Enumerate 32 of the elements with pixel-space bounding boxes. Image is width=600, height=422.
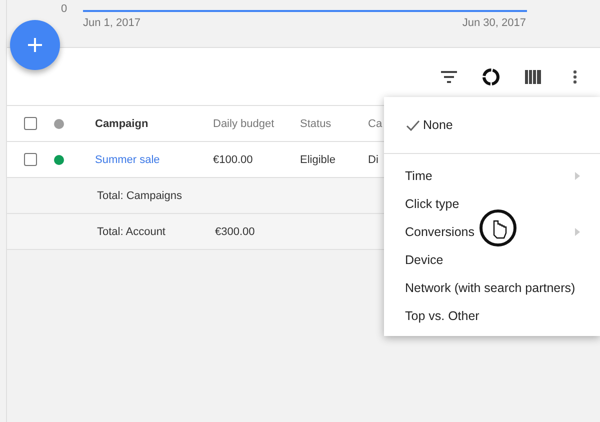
menu-item[interactable]: Device: [384, 246, 600, 274]
check-icon: [406, 120, 420, 130]
menu-item[interactable]: Click type: [384, 190, 600, 218]
table-cell-text: Di: [368, 154, 380, 166]
cursor-icon: [478, 208, 518, 248]
campaign-link[interactable]: Summer sale: [95, 154, 213, 166]
add-button[interactable]: [10, 20, 60, 70]
checkbox[interactable]: [24, 153, 37, 166]
total-label: Total: Campaigns: [97, 190, 183, 202]
plus-icon: [28, 38, 42, 52]
axis-label: Jun 30, 2017: [462, 17, 526, 29]
total-label: Total: Account: [97, 226, 166, 238]
checkbox[interactable]: [24, 117, 37, 130]
menu-item[interactable]: Top vs. Other: [384, 302, 600, 330]
menu-item[interactable]: Conversions: [384, 218, 600, 246]
menu-item[interactable]: None: [384, 97, 600, 154]
donut-icon: [482, 68, 500, 86]
filter-icon: [441, 70, 457, 82]
table-cell-text: €300.00: [215, 226, 256, 238]
column-header[interactable]: Daily budget: [213, 118, 300, 130]
axis-label: Jun 1, 2017: [83, 17, 140, 29]
segment-button[interactable]: [480, 66, 502, 88]
column-header[interactable]: Campaign: [95, 118, 213, 130]
menu-item[interactable]: Network (with search partners): [384, 274, 600, 302]
table-cell-text: €100.00: [213, 154, 254, 166]
axis-label: 0: [61, 3, 68, 15]
table-cell-text: Eligible: [300, 154, 336, 166]
more-icon: [573, 70, 577, 84]
column-header[interactable]: Status: [300, 118, 368, 130]
menu-item[interactable]: Time: [384, 162, 600, 190]
columns-icon: [525, 70, 541, 84]
column-header[interactable]: Ca: [368, 118, 382, 130]
